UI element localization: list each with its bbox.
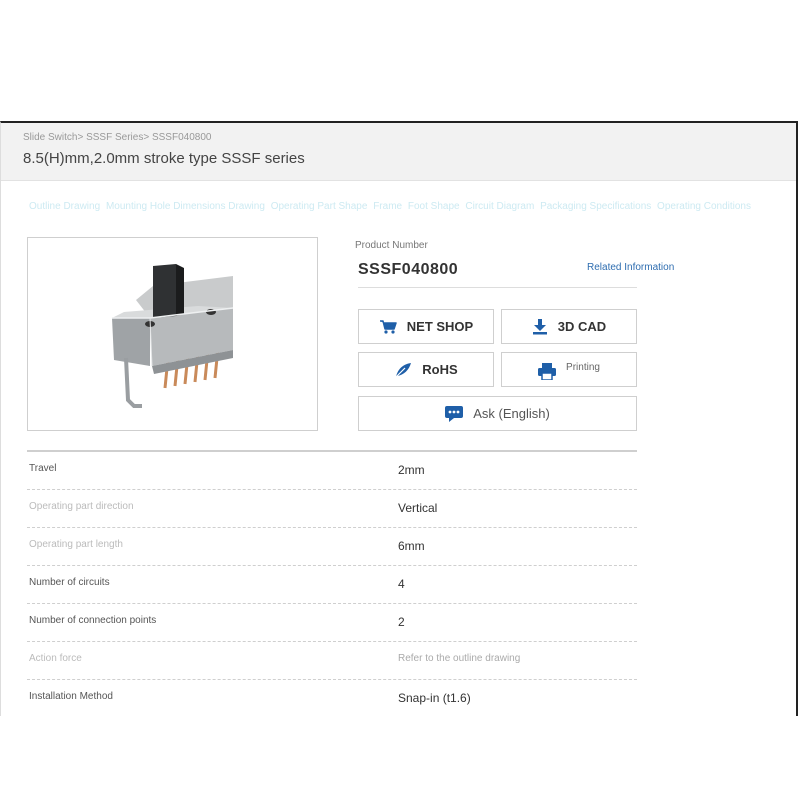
page-header: Slide Switch> SSSF Series> SSSF040800 8.…	[1, 123, 796, 181]
rohs-button[interactable]: RoHS	[358, 352, 494, 387]
download-icon	[532, 318, 548, 335]
spec-value: Snap-in (t1.6)	[398, 691, 471, 705]
nav-mounting-hole[interactable]: Mounting Hole Dimensions Drawing	[106, 201, 265, 212]
spec-value: 2	[398, 615, 405, 629]
nav-frame[interactable]: Frame	[373, 201, 402, 212]
product-page: Slide Switch> SSSF Series> SSSF040800 8.…	[0, 121, 798, 716]
nav-operating-conditions[interactable]: Operating Conditions	[657, 201, 751, 212]
spec-label: Number of connection points	[29, 615, 157, 626]
spec-label: Operating part direction	[29, 501, 134, 512]
product-number: SSSF040800	[358, 261, 459, 278]
spec-row-action-force: Action force Refer to the outline drawin…	[27, 642, 637, 680]
spec-row-connection-points: Number of connection points 2	[27, 604, 637, 642]
nav-operating-part-shape[interactable]: Operating Part Shape	[271, 201, 368, 212]
ask-label: Ask (English)	[473, 406, 550, 421]
3d-cad-label: 3D CAD	[557, 319, 607, 334]
spec-value: Vertical	[398, 501, 438, 515]
product-image	[27, 237, 318, 431]
spec-label: Operating part length	[29, 539, 123, 550]
spec-label: Installation Method	[29, 691, 113, 702]
breadcrumb: Slide Switch> SSSF Series> SSSF040800	[23, 132, 212, 143]
printing-label: Printing	[566, 362, 600, 373]
spec-value-link[interactable]: Refer to the outline drawing	[398, 653, 520, 664]
divider	[358, 287, 637, 288]
slide-switch-illustration	[112, 264, 234, 408]
page-title: 8.5(H)mm,2.0mm stroke type SSSF series	[23, 150, 305, 167]
printing-button[interactable]: Printing	[501, 352, 637, 387]
spec-value: 6mm	[398, 539, 425, 553]
leaf-icon	[394, 362, 412, 378]
spec-value: 2mm	[398, 463, 425, 477]
spec-value: 4	[398, 577, 405, 591]
cart-icon	[379, 319, 397, 334]
spec-row-installation: Installation Method Snap-in (t1.6)	[27, 680, 637, 716]
nav-circuit-diagram[interactable]: Circuit Diagram	[465, 201, 534, 212]
net-shop-button[interactable]: NET SHOP	[358, 309, 494, 344]
rohs-label: RoHS	[422, 362, 458, 377]
breadcrumb-sssf-series[interactable]: SSSF Series	[86, 132, 143, 143]
spec-label: Travel	[29, 463, 57, 474]
nav-foot-shape[interactable]: Foot Shape	[408, 201, 460, 212]
section-nav: Outline Drawing Mounting Hole Dimensions…	[29, 201, 754, 212]
spec-row-operating-length: Operating part length 6mm	[27, 528, 637, 566]
printer-icon	[538, 363, 557, 380]
nav-packaging[interactable]: Packaging Specifications	[540, 201, 651, 212]
spec-table: Travel 2mm Operating part direction Vert…	[27, 450, 637, 716]
spec-row-travel: Travel 2mm	[27, 452, 637, 490]
nav-outline-drawing[interactable]: Outline Drawing	[29, 201, 100, 212]
breadcrumb-slide-switch[interactable]: Slide Switch	[23, 132, 77, 143]
3d-cad-button[interactable]: 3D CAD	[501, 309, 637, 344]
ask-button[interactable]: Ask (English)	[358, 396, 637, 431]
breadcrumb-current: SSSF040800	[151, 132, 212, 143]
product-number-label: Product Number	[355, 240, 428, 251]
chat-icon	[445, 405, 464, 422]
net-shop-label: NET SHOP	[406, 319, 474, 334]
spec-label: Number of circuits	[29, 577, 110, 588]
spec-row-circuits: Number of circuits 4	[27, 566, 637, 604]
spec-row-operating-direction: Operating part direction Vertical	[27, 490, 637, 528]
spec-label: Action force	[29, 653, 82, 664]
related-information-link[interactable]: Related Information	[587, 262, 674, 273]
